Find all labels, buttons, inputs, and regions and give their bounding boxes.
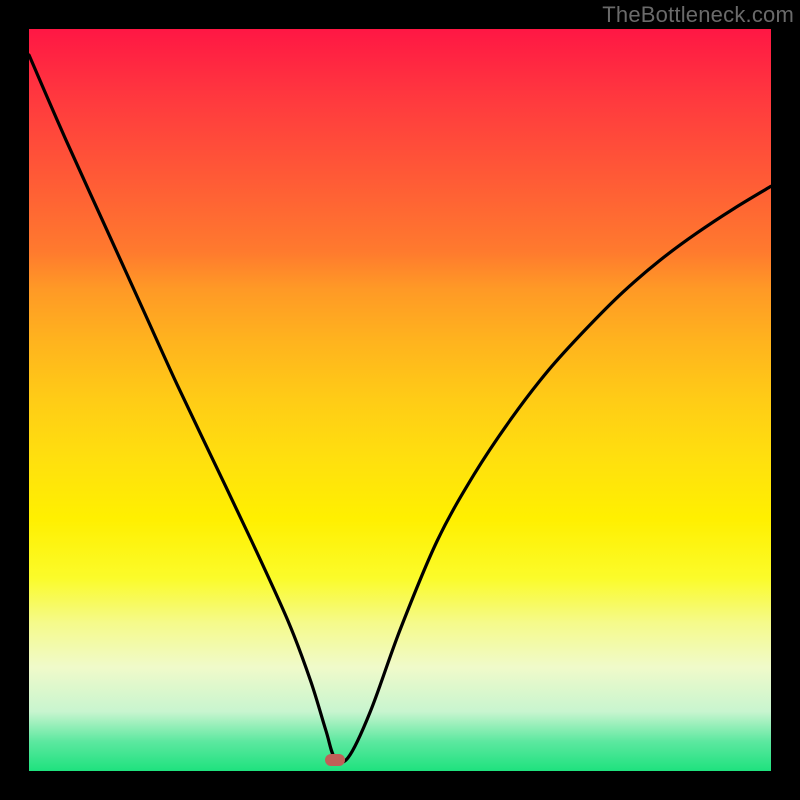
bottleneck-curve — [29, 55, 771, 762]
watermark-text: TheBottleneck.com — [602, 2, 794, 28]
optimum-marker — [325, 754, 345, 766]
chart-frame — [29, 29, 771, 771]
curve-layer — [29, 29, 771, 771]
